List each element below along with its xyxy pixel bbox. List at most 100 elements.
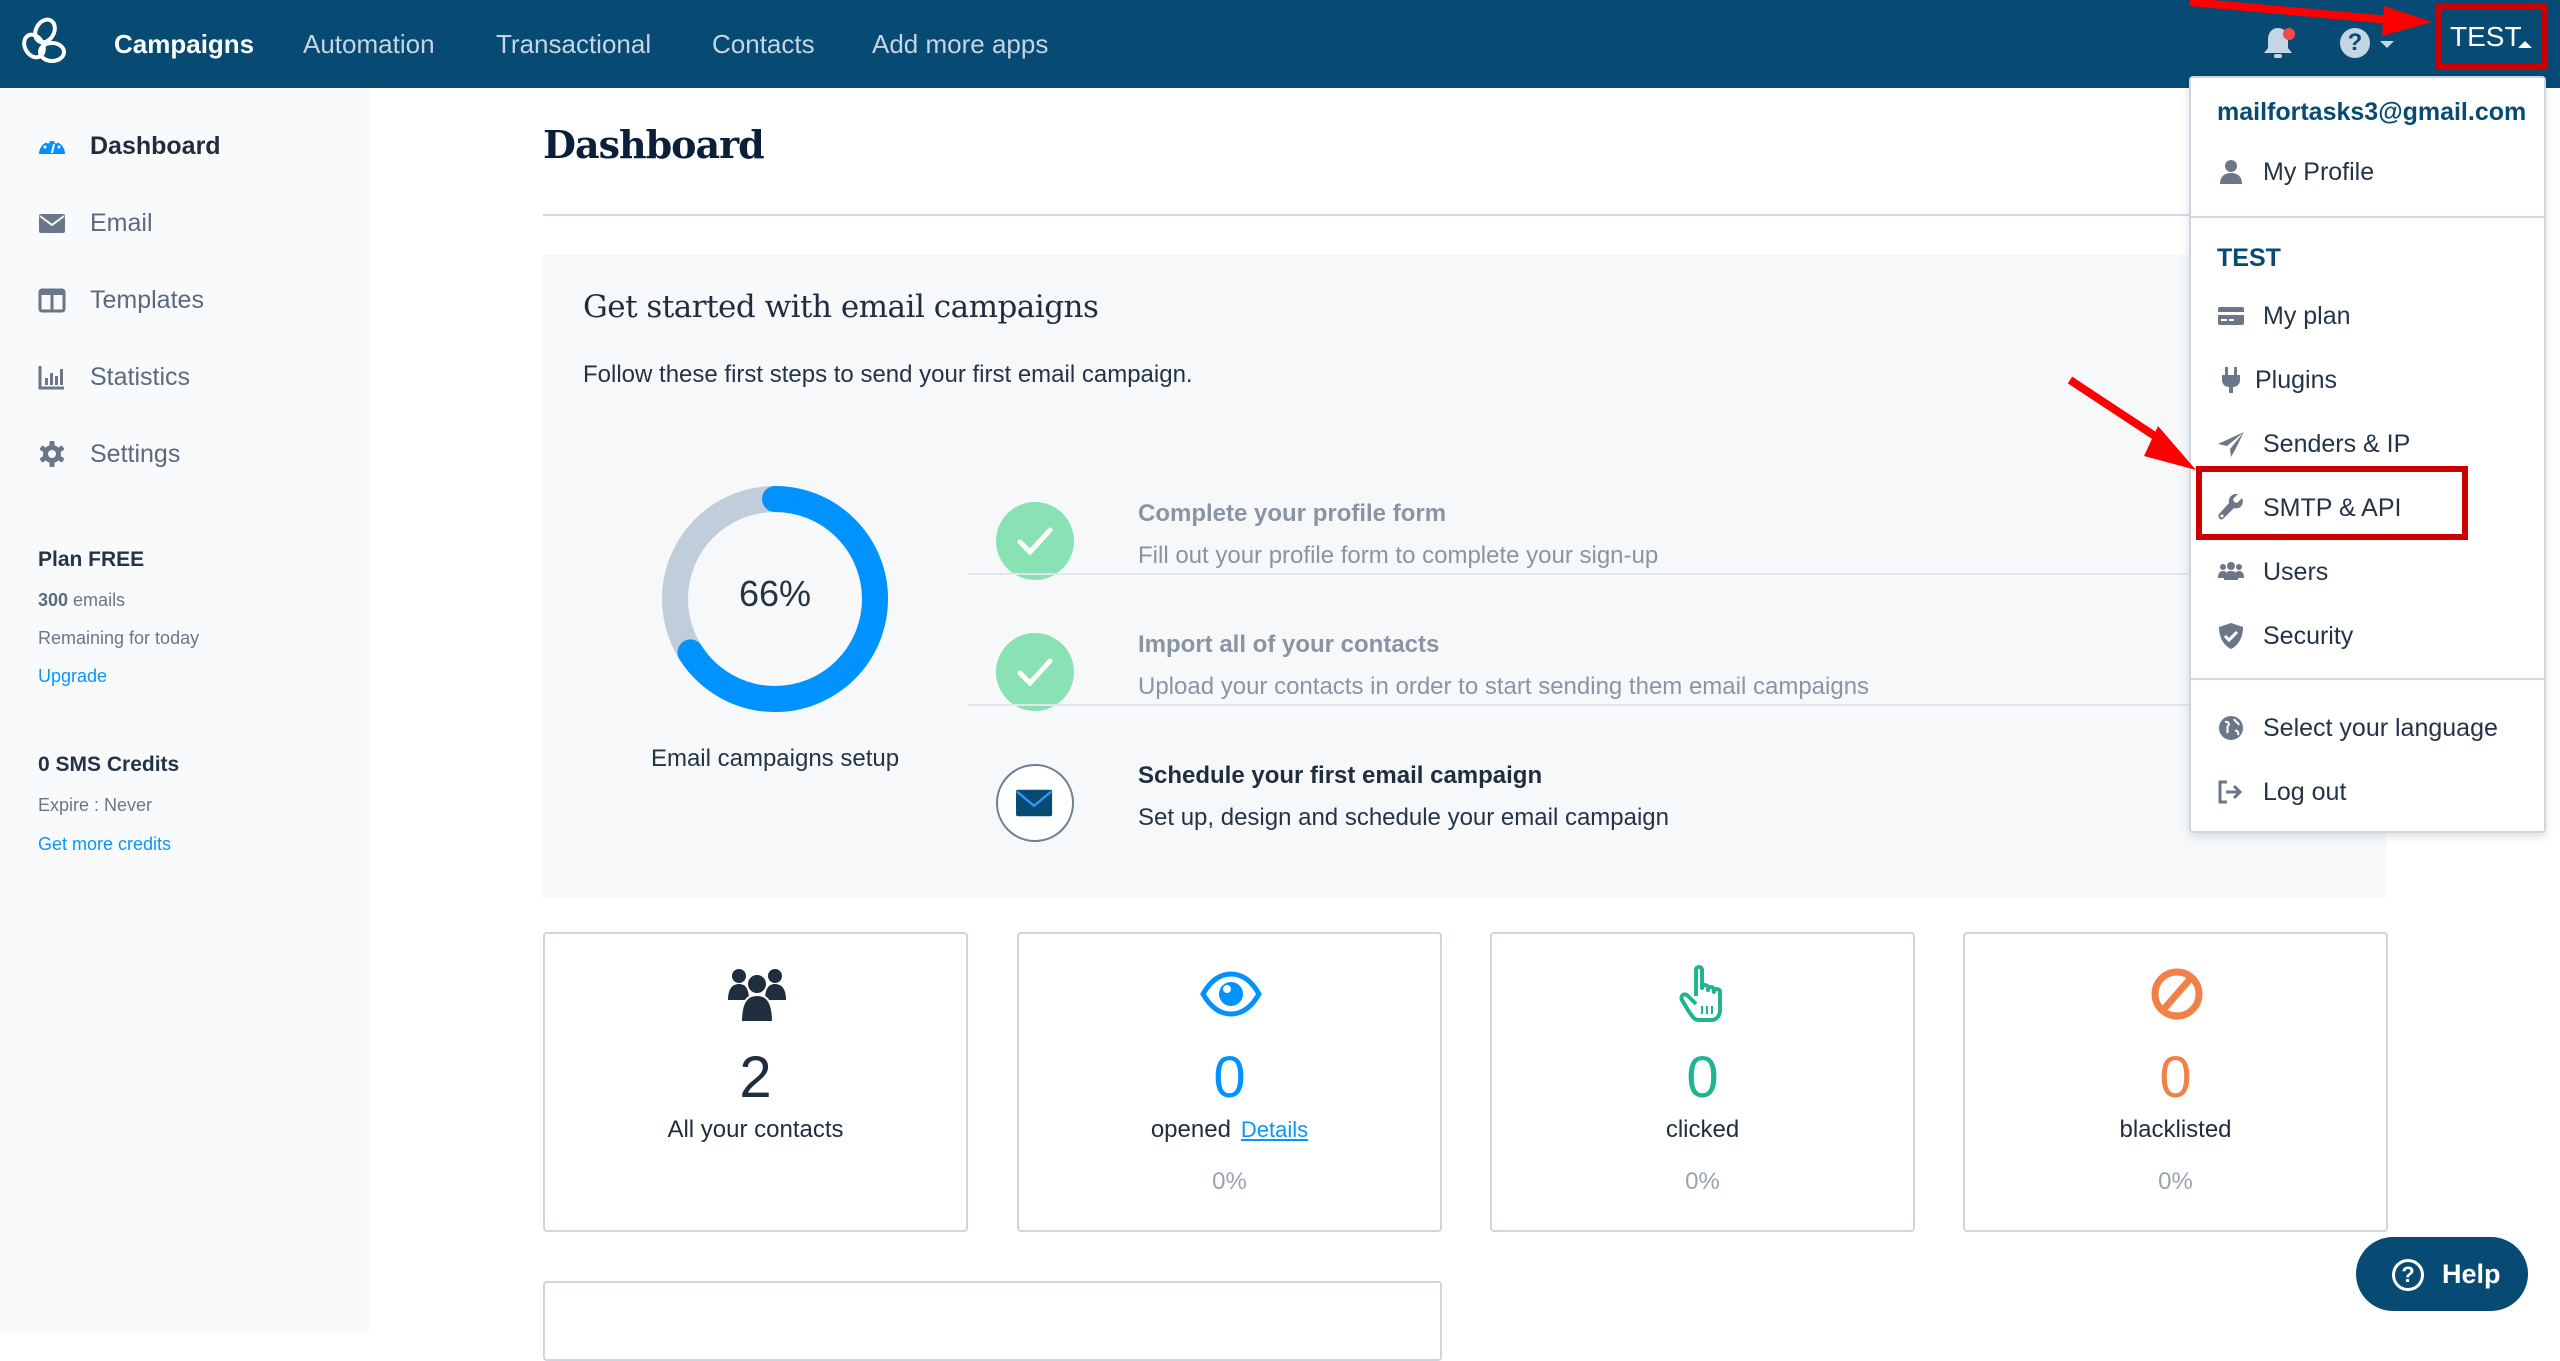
plug-icon	[2222, 367, 2240, 393]
step-description: Upload your contacts in order to start s…	[1138, 673, 1870, 700]
menu-item-label: Security	[2263, 622, 2354, 650]
menu-item-label: My plan	[2263, 302, 2351, 330]
ban-icon	[2151, 968, 2203, 1020]
menu-item-language[interactable]: Select your language	[2191, 700, 2544, 756]
smtp-api-highlight-box	[2196, 466, 2468, 540]
nav-automation[interactable]: Automation	[303, 0, 435, 88]
question-circle-icon: ?	[2392, 1259, 2424, 1291]
menu-item-my-profile[interactable]: My Profile	[2191, 144, 2544, 200]
step-divider	[968, 704, 2386, 706]
help-button[interactable]: ? Help	[2356, 1237, 2528, 1311]
top-navigation-bar: Campaigns Automation Transactional Conta…	[0, 0, 2560, 88]
question-circle-icon[interactable]: ?	[2340, 28, 2370, 58]
menu-item-label: Plugins	[2255, 366, 2337, 394]
sms-expire: Expire : Never	[38, 795, 153, 815]
sendinblue-logo-icon[interactable]	[18, 16, 72, 70]
step-divider	[968, 573, 2386, 575]
gear-icon	[39, 441, 65, 467]
stat-value: 0	[1686, 1045, 1719, 1110]
menu-item-security[interactable]: Security	[2191, 608, 2544, 664]
step-import-contacts[interactable]: Import all of your contacts Upload your …	[968, 611, 2386, 741]
paper-plane-icon	[2218, 432, 2244, 457]
stat-label: All your contacts	[667, 1116, 844, 1143]
caret-up-icon	[2518, 41, 2532, 48]
plan-remaining: Remaining for today	[38, 628, 200, 648]
details-link[interactable]: Details	[1241, 1117, 1308, 1142]
stat-value: 0	[1213, 1045, 1246, 1110]
account-section-title: TEST	[2217, 244, 2281, 272]
menu-item-label: Log out	[2263, 778, 2347, 806]
stat-card-clicked[interactable]: 0 clicked 0%	[1490, 932, 1915, 1232]
sidebar-item-email[interactable]: Email	[0, 193, 370, 253]
shield-check-icon	[2219, 623, 2243, 649]
stat-value: 2	[739, 1045, 772, 1110]
menu-item-plugins[interactable]: Plugins	[2191, 352, 2544, 408]
setup-progress-percent: 66%	[738, 573, 812, 614]
menu-item-senders-ip[interactable]: Senders & IP	[2191, 416, 2544, 472]
credit-card-icon	[2218, 307, 2244, 325]
step-title: Complete your profile form	[1138, 500, 1447, 527]
sidebar-item-label: Statistics	[90, 363, 191, 391]
sidebar-item-settings[interactable]: Settings	[0, 424, 370, 484]
menu-item-log-out[interactable]: Log out	[2191, 764, 2544, 820]
step-title: Schedule your first email campaign	[1138, 762, 1543, 789]
menu-item-users[interactable]: Users	[2191, 544, 2544, 600]
stat-percent: 0%	[1685, 1168, 1720, 1195]
title-divider	[543, 214, 2386, 216]
sidebar-item-label: Dashboard	[90, 132, 221, 160]
nav-campaigns[interactable]: Campaigns	[114, 0, 254, 88]
nav-contacts[interactable]: Contacts	[712, 0, 815, 88]
stat-value: 0	[2159, 1045, 2192, 1110]
get-more-credits-link[interactable]: Get more credits	[38, 834, 171, 855]
stat-card-opened[interactable]: 0 opened Details 0%	[1017, 932, 1442, 1232]
sidebar-item-dashboard[interactable]: Dashboard	[0, 116, 370, 176]
sign-out-icon	[2218, 780, 2243, 804]
sidebar-item-statistics[interactable]: Statistics	[0, 347, 370, 407]
stat-label: opened	[1150, 1116, 1231, 1143]
stat-percent: 0%	[1212, 1168, 1247, 1195]
plan-emails: 300 emails	[38, 590, 125, 611]
stat-card-blacklisted[interactable]: 0 blacklisted 0%	[1963, 932, 2388, 1232]
sidebar-item-label: Email	[90, 209, 153, 237]
step-description: Set up, design and schedule your email c…	[1138, 804, 1669, 831]
menu-divider	[2191, 216, 2544, 218]
users-icon	[2218, 562, 2244, 580]
menu-item-label: Select your language	[2263, 714, 2498, 742]
sidebar-item-templates[interactable]: Templates	[0, 270, 370, 330]
step-schedule-campaign[interactable]: Schedule your first email campaign Set u…	[968, 742, 2386, 872]
users-icon	[728, 969, 786, 1023]
account-dropdown-menu: mailfortasks3@gmail.com My Profile TEST …	[2189, 76, 2546, 833]
check-icon	[996, 633, 1074, 711]
eye-icon	[1200, 971, 1262, 1017]
menu-divider	[2191, 678, 2544, 680]
step-description: Fill out your profile form to complete y…	[1138, 542, 1659, 569]
stat-label: blacklisted	[2119, 1116, 2232, 1143]
globe-icon	[2219, 716, 2243, 740]
menu-item-label: My Profile	[2263, 158, 2375, 186]
sms-credits-title: 0 SMS Credits	[38, 753, 180, 776]
stat-percent: 0%	[2158, 1168, 2193, 1195]
help-caret-down-icon[interactable]	[2380, 41, 2394, 48]
help-button-label: Help	[2442, 1259, 2501, 1289]
account-menu-button[interactable]: TEST	[2436, 4, 2548, 70]
stat-label-row: opened Details	[1019, 1116, 1440, 1144]
setup-progress-caption: Email campaigns setup	[650, 745, 900, 772]
bar-chart-icon	[38, 366, 64, 390]
sidebar-item-label: Settings	[90, 440, 181, 468]
step-complete-profile[interactable]: Complete your profile form Fill out your…	[968, 480, 2386, 610]
upgrade-link[interactable]: Upgrade	[38, 666, 107, 687]
step-title: Import all of your contacts	[1138, 631, 1440, 658]
menu-item-label: Users	[2263, 558, 2329, 586]
menu-item-my-plan[interactable]: My plan	[2191, 288, 2544, 344]
get-started-card: Get started with email campaigns Follow …	[543, 255, 2386, 898]
plan-emails-count: 300	[38, 590, 69, 610]
stat-card-contacts[interactable]: 2 All your contacts	[543, 932, 968, 1232]
nav-transactional[interactable]: Transactional	[496, 0, 651, 88]
pointer-hand-icon	[1679, 965, 1722, 1022]
nav-add-more-apps[interactable]: Add more apps	[872, 0, 1048, 88]
bottom-card	[543, 1281, 1442, 1361]
sidebar: Dashboard Email Templates Statistics Set…	[0, 88, 370, 1332]
sidebar-item-label: Templates	[90, 286, 204, 314]
notification-badge	[2283, 28, 2295, 40]
plan-title: Plan FREE	[38, 548, 145, 571]
